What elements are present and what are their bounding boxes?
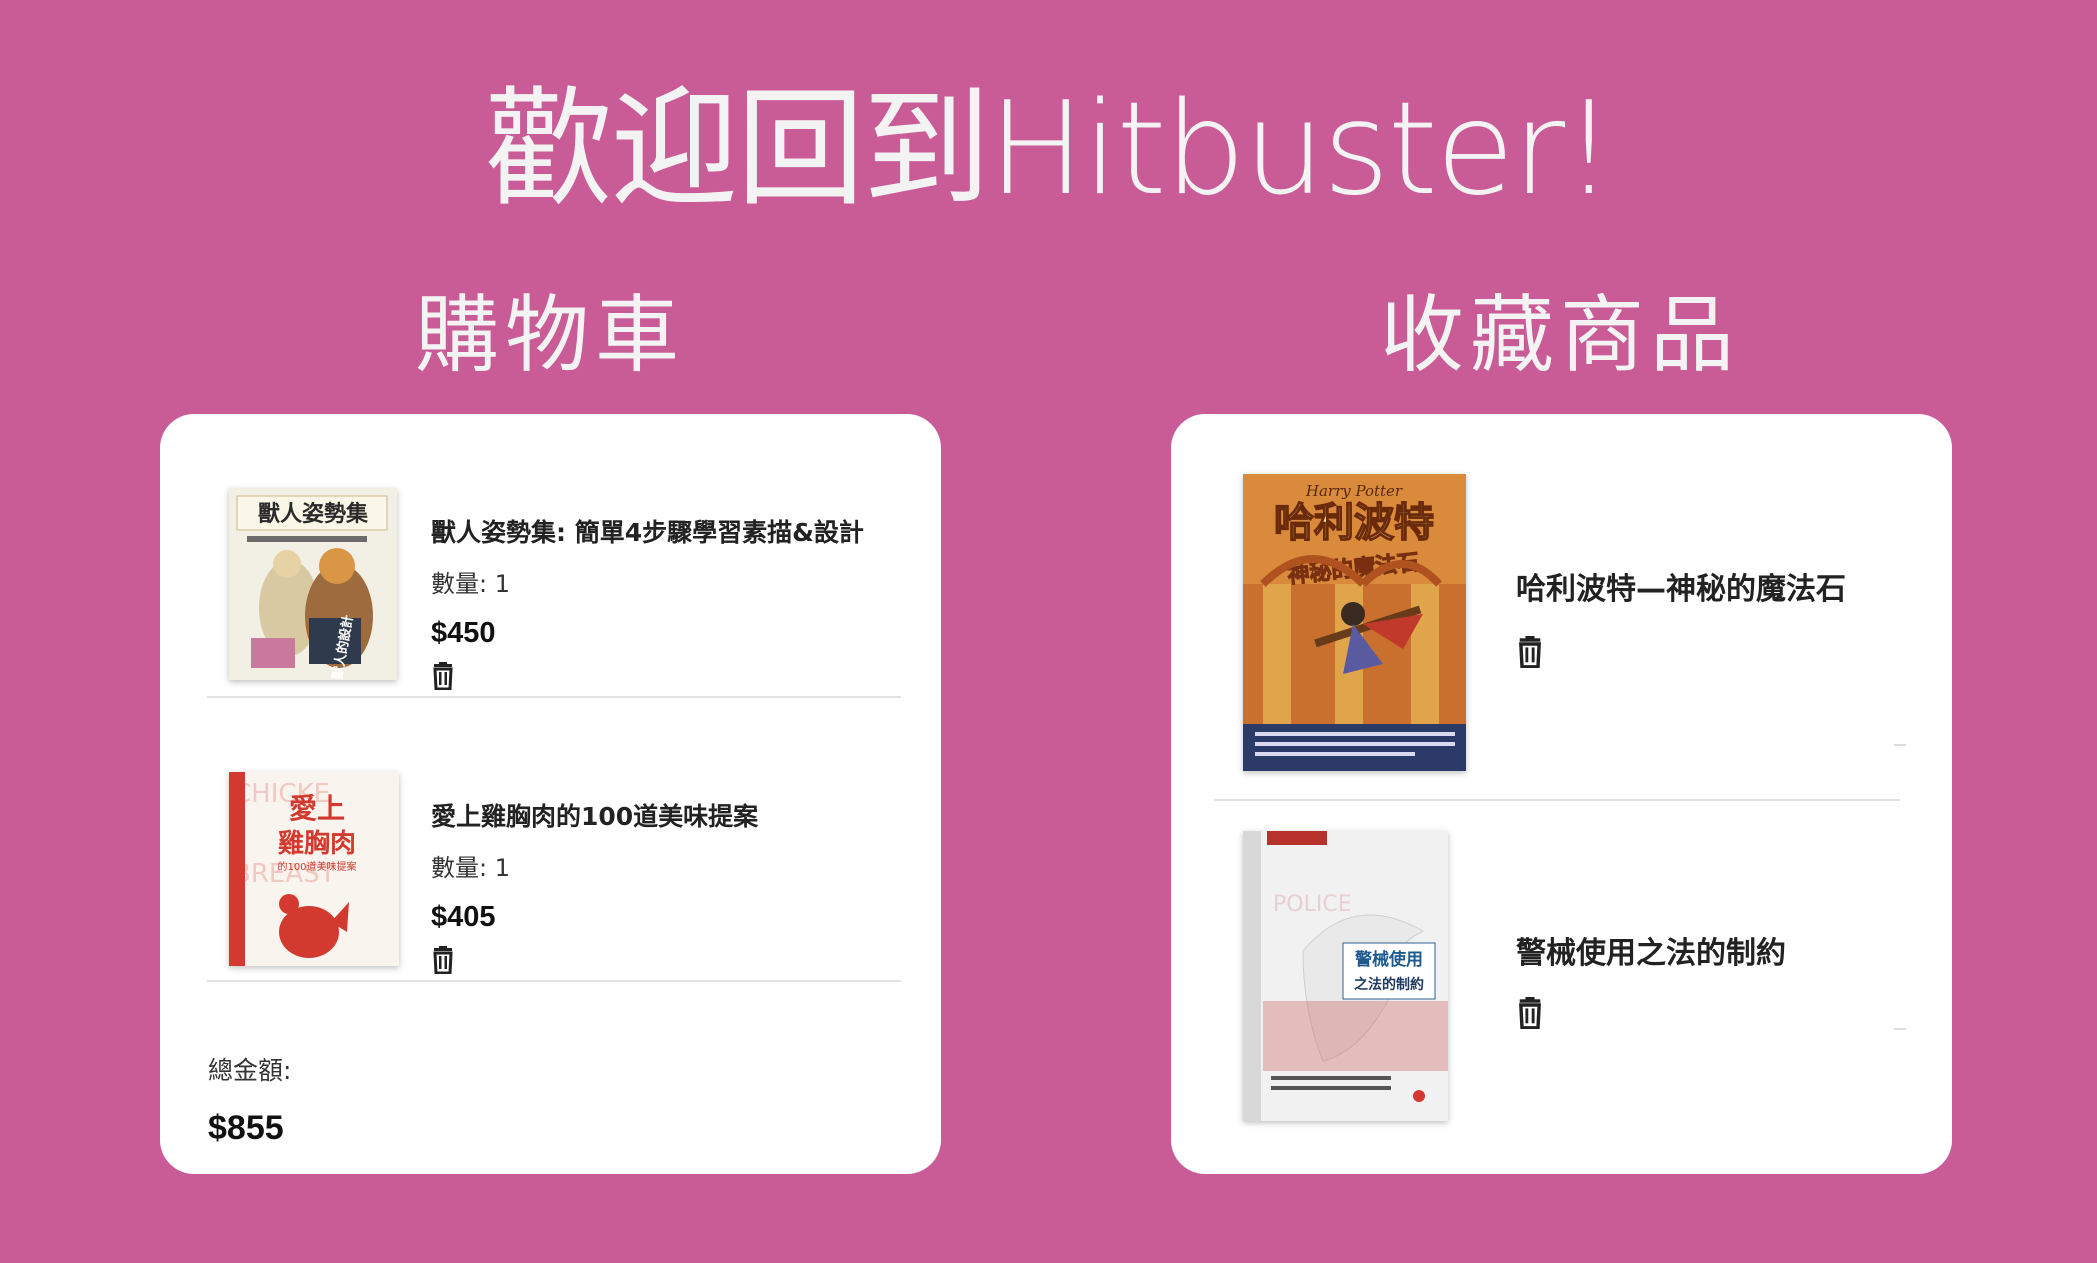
cart-section-title: 購物車 (414, 286, 685, 384)
quantity-label: 數量: (431, 570, 488, 598)
cover-title-text: 警械使用 (1354, 949, 1423, 970)
favorite-item: POLICE 警械使用 之法的制約 警械使用之法的制約 (1214, 801, 1906, 1174)
cover-brand-text: Harry Potter (1305, 482, 1403, 500)
favorite-item-name[interactable]: 哈利波特—神秘的魔法石 (1516, 570, 1846, 610)
cart-item-name[interactable]: 愛上雞胸肉的100道美味提案 (431, 800, 758, 834)
book-cover-image[interactable]: 獸人姿勢集 獸人的設計 (229, 488, 397, 680)
cart-item-price: $405 (431, 901, 496, 933)
favorite-item-name[interactable]: 警械使用之法的制約 (1516, 934, 1786, 974)
cover-subtitle-text: 的100道美味提案 (277, 860, 356, 873)
book-cover-image[interactable]: Harry Potter 哈利波特 神秘的魔法石 (1243, 474, 1466, 771)
trash-icon[interactable] (1516, 997, 1544, 1030)
total-value: $855 (208, 1109, 284, 1147)
cover-badge-text: POLICE (1273, 892, 1352, 917)
cart-item-price: $450 (431, 617, 496, 649)
trash-icon[interactable] (431, 662, 455, 691)
quantity-value: 1 (494, 570, 511, 598)
page-title: 歡迎回到Hitbuster! (484, 75, 1615, 224)
favorites-card: Harry Potter 哈利波特 神秘的魔法石 哈利波特—神秘的魔法石 POL… (1171, 414, 1952, 1174)
trash-icon[interactable] (431, 946, 455, 975)
cover-title-text: 愛上 (289, 792, 345, 825)
cart-item: 獸人姿勢集 獸人的設計 獸人姿勢集: 簡單4步驟學習素描&設計 數量: 1 $4… (207, 414, 901, 698)
divider (1894, 1028, 1906, 1030)
quantity-value: 1 (494, 854, 511, 882)
quantity-row: 數量: 1 (431, 568, 510, 600)
cart-item-name[interactable]: 獸人姿勢集: 簡單4步驟學習素描&設計 (431, 516, 864, 550)
total-label: 總金額: (208, 1056, 292, 1085)
quantity-label: 數量: (431, 854, 488, 882)
favorites-section-title: 收藏商品 (1379, 286, 1740, 384)
cover-subtitle-text: 之法的制約 (1354, 976, 1424, 993)
book-cover-image[interactable]: POLICE 警械使用 之法的制約 (1243, 831, 1448, 1121)
trash-icon[interactable] (1516, 636, 1544, 669)
cover-title2-text: 雞胸肉 (277, 829, 356, 859)
cart-card: 獸人姿勢集 獸人的設計 獸人姿勢集: 簡單4步驟學習素描&設計 數量: 1 $4… (160, 414, 941, 1174)
cover-title-text: 獸人姿勢集 (258, 501, 369, 527)
quantity-row: 數量: 1 (431, 852, 510, 884)
divider (207, 980, 901, 982)
cover-title-text: 哈利波特 (1274, 499, 1434, 546)
divider (1894, 744, 1906, 746)
cart-item: CHICKE BREAST 愛上 雞胸肉 的100道美味提案 愛上雞胸肉的100… (207, 698, 901, 982)
book-cover-image[interactable]: CHICKE BREAST 愛上 雞胸肉 的100道美味提案 (229, 772, 399, 966)
favorite-item: Harry Potter 哈利波特 神秘的魔法石 哈利波特—神秘的魔法石 (1214, 414, 1906, 801)
